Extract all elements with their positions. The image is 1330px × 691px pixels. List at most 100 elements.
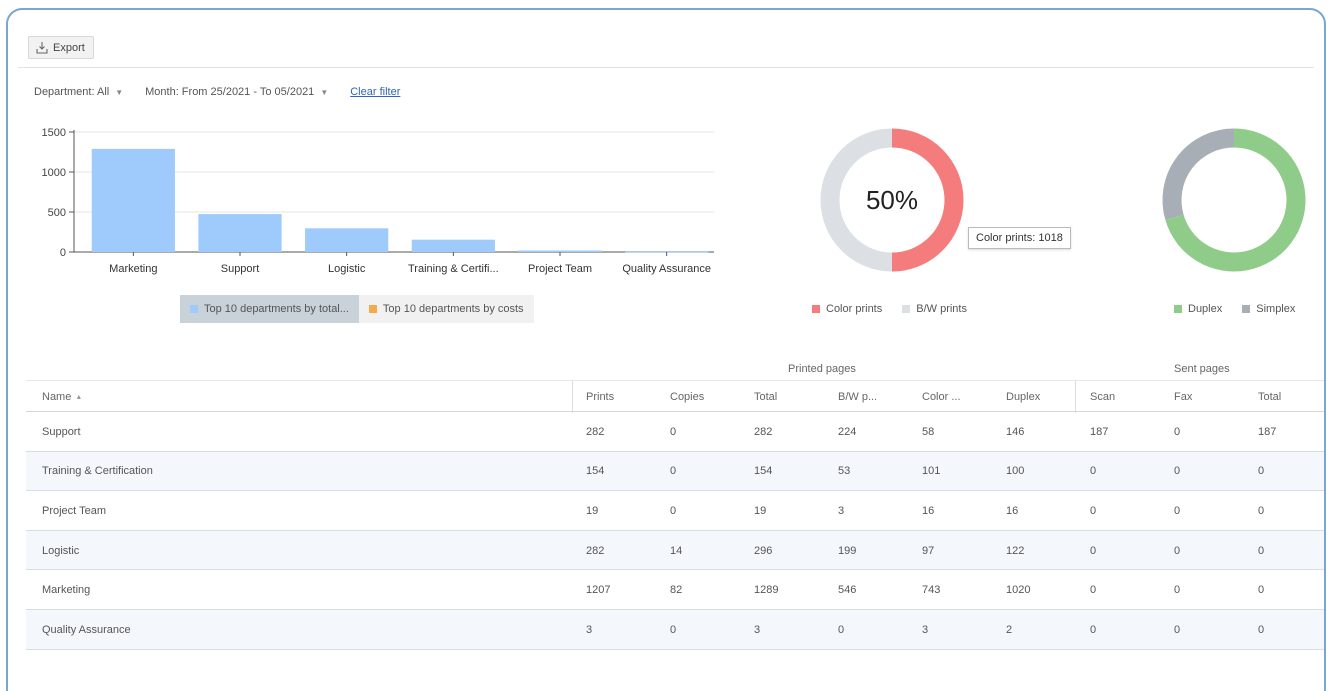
y-tick-label: 1000: [42, 167, 66, 179]
month-filter[interactable]: Month: From 25/2021 - To 05/2021 ▼: [145, 86, 328, 98]
chevron-down-icon: ▼: [115, 87, 124, 97]
donut-slice-b-w-prints[interactable]: [820, 128, 893, 272]
bar[interactable]: [305, 228, 389, 252]
color-prints-donut: 50%: [816, 124, 968, 276]
table-cell: 0: [1174, 584, 1181, 597]
x-tick-label: Training & Certifi...: [408, 263, 499, 275]
table-cell: 146: [1006, 425, 1025, 438]
column-separator: [572, 381, 573, 413]
table-cell: 0: [1090, 504, 1097, 517]
table-cell: 282: [754, 425, 773, 438]
table-cell: 2: [1006, 623, 1013, 636]
table-cell: 58: [922, 425, 935, 438]
row-name-cell: Support: [42, 425, 81, 438]
table-cell: 1020: [1006, 584, 1031, 597]
x-tick-label: Marketing: [109, 263, 157, 275]
table-header: Name ▲ Prints Copies Total B/W p... Color ..…: [26, 380, 1324, 413]
column-header[interactable]: Fax: [1174, 381, 1192, 413]
printed-pages-group-header: Printed pages: [788, 363, 856, 375]
export-icon: [36, 41, 48, 54]
table-cell: 1289: [754, 584, 779, 597]
legend-tab-1[interactable]: Top 10 departments by costs: [358, 295, 534, 323]
column-header[interactable]: B/W p...: [838, 381, 877, 413]
filter-bar: Department: All ▼ Month: From 25/2021 - …: [34, 84, 400, 100]
legend-item[interactable]: Duplex: [1174, 303, 1222, 315]
column-header[interactable]: Color ...: [922, 381, 961, 413]
table-cell: 101: [922, 465, 941, 478]
export-label: Export: [53, 41, 85, 54]
sort-ascending-icon: ▲: [75, 393, 83, 401]
donut-slice-simplex[interactable]: [1162, 128, 1235, 221]
bar[interactable]: [198, 214, 282, 252]
export-button[interactable]: Export: [28, 36, 94, 59]
donut-slice-color-prints[interactable]: [891, 128, 964, 272]
table-cell: 0: [1174, 504, 1181, 517]
table-cell: 187: [1258, 425, 1277, 438]
legend-item[interactable]: B/W prints: [902, 303, 967, 315]
table-cell: 0: [670, 465, 677, 478]
bar-chart-legend: Top 10 departments by total... Top 10 dep…: [180, 295, 534, 323]
bar-chart: 0 500 1000 1500 Marketing Support Logistic Trai…: [42, 127, 714, 275]
column-header[interactable]: Total: [754, 381, 777, 413]
bar[interactable]: [518, 250, 602, 252]
table-cell: 743: [922, 584, 941, 597]
column-header[interactable]: Copies: [670, 381, 704, 413]
department-filter[interactable]: Department: All ▼: [34, 86, 123, 98]
column-separator: [1075, 381, 1076, 413]
x-tick-label: Support: [221, 263, 260, 275]
table-cell: 53: [838, 465, 851, 478]
table-cell: 282: [586, 425, 605, 438]
table-cell: 154: [754, 465, 773, 478]
name-header-label: Name: [42, 391, 72, 403]
table-cell: 14: [670, 544, 683, 557]
table-cell: 224: [838, 425, 857, 438]
legend-swatch: [812, 305, 820, 313]
table-row[interactable]: Project Team 19 0 19 3 16 16 0 0 0: [26, 491, 1324, 531]
table-cell: 97: [922, 544, 935, 557]
legend-label: Top 10 departments by costs: [382, 303, 524, 315]
name-column-header[interactable]: Name ▲: [42, 381, 82, 413]
table-cell: 3: [838, 504, 845, 517]
column-header[interactable]: Scan: [1090, 381, 1115, 413]
row-name-cell: Logistic: [42, 544, 80, 557]
color-prints-legend: Color prints B/W prints: [812, 303, 967, 315]
table-cell: 0: [1174, 465, 1181, 478]
column-header[interactable]: Total: [1258, 381, 1281, 413]
table-row[interactable]: Marketing 1207 82 1289 546 743 1020 0 0 0: [26, 570, 1324, 610]
table-row[interactable]: Support 282 0 282 224 58 146 187 0 187: [26, 412, 1324, 452]
table-row[interactable]: Training & Certification 154 0 154 53 101 100 0…: [26, 451, 1324, 492]
column-header[interactable]: Prints: [586, 381, 614, 413]
toolbar: Export: [18, 22, 1314, 68]
table-cell: 0: [1090, 584, 1097, 597]
legend-item[interactable]: Simplex: [1242, 303, 1295, 315]
department-filter-label: Department: All: [34, 86, 110, 98]
legend-label: Top 10 departments by total...: [204, 303, 349, 315]
legend-item[interactable]: Color prints: [812, 303, 882, 315]
month-filter-label: Month: From 25/2021 - To 05/2021: [145, 86, 315, 98]
table-row[interactable]: Logistic 282 14 296 199 97 122 0 0 0: [26, 530, 1324, 571]
table-row[interactable]: Quality Assurance 3 0 3 0 3 2 0 0 0: [26, 609, 1324, 650]
clear-filter-link[interactable]: Clear filter: [350, 86, 400, 98]
table-cell: 0: [1174, 623, 1181, 636]
legend-label: Color prints: [826, 303, 883, 315]
legend-swatch: [902, 305, 911, 313]
table-body: Support 282 0 282 224 58 146 187 0 187 Training & …: [26, 412, 1324, 650]
column-header[interactable]: Duplex: [1006, 381, 1040, 413]
x-tick-label: Quality Assurance: [622, 263, 711, 275]
bar[interactable]: [91, 148, 175, 252]
table-cell: 0: [1090, 465, 1097, 478]
table-cell: 199: [838, 544, 857, 557]
table-cell: 19: [754, 504, 767, 517]
legend-tab-0[interactable]: Top 10 departments by total...: [180, 295, 359, 323]
row-name-cell: Training & Certification: [42, 465, 153, 478]
table-cell: 19: [586, 504, 599, 517]
table-cell: 82: [670, 584, 683, 597]
legend-label: Simplex: [1256, 303, 1296, 315]
table-cell: 0: [670, 623, 677, 636]
bar[interactable]: [411, 239, 495, 252]
table-cell: 296: [754, 544, 773, 557]
table-cell: 0: [1258, 465, 1265, 478]
table-cell: 0: [838, 623, 845, 636]
legend-swatch: [1174, 305, 1182, 313]
y-tick-label: 0: [60, 247, 66, 259]
